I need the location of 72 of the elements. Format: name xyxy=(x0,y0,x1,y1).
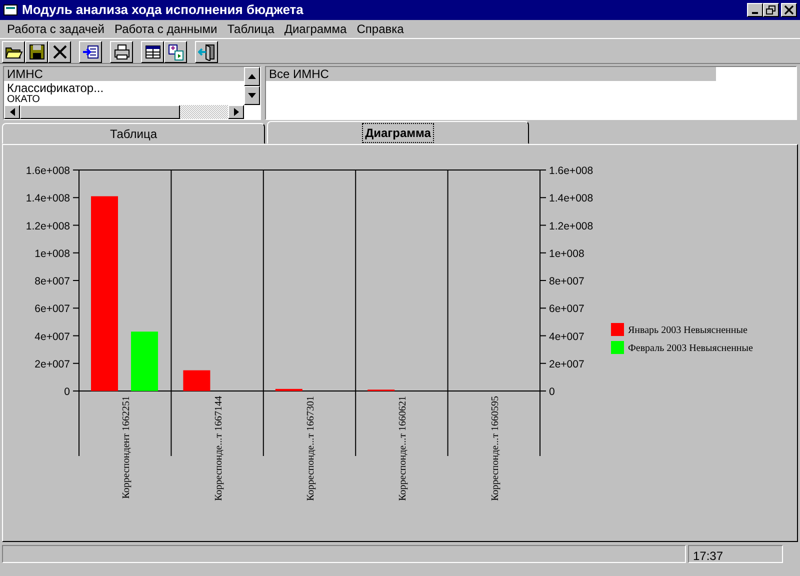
axis-label: 1e+008 xyxy=(549,248,584,260)
axis-label: 2e+007 xyxy=(549,358,584,370)
up-arrow-icon xyxy=(248,74,256,79)
axis-label: 1.6e+008 xyxy=(26,165,70,177)
axis-label: 8e+007 xyxy=(34,276,70,288)
category-label: Корреспондент 1662251 xyxy=(121,396,132,499)
axis-label: 6e+007 xyxy=(34,303,70,316)
restore-button[interactable] xyxy=(763,3,779,17)
bar xyxy=(131,332,158,391)
import-icon xyxy=(82,43,100,61)
axis-label: 1e+008 xyxy=(34,248,70,260)
legend-label: Январь 2003 Невыясненные xyxy=(628,325,748,336)
app-icon xyxy=(3,3,19,17)
close-button[interactable] xyxy=(781,3,797,17)
close-icon xyxy=(783,5,795,15)
delete-icon xyxy=(50,43,68,61)
down-arrow-icon xyxy=(248,93,256,98)
filter-list[interactable]: ИМНС Классификатор... ОКАТО xyxy=(3,66,261,120)
axis-label: 1.4e+008 xyxy=(549,192,594,205)
axis-label: 1.2e+008 xyxy=(549,220,594,232)
axis-label: 6e+007 xyxy=(549,303,584,316)
list-item[interactable]: Все ИМНС xyxy=(266,67,716,81)
scroll-thumb[interactable] xyxy=(20,105,180,119)
menu-item[interactable]: Справка xyxy=(352,20,409,38)
scroll-down-button[interactable] xyxy=(244,86,260,105)
list-item[interactable]: ИМНС xyxy=(4,67,244,81)
exit-door-icon xyxy=(198,43,216,61)
menu-item[interactable]: Диаграмма xyxy=(279,20,352,38)
toolbar-button[interactable] xyxy=(2,41,25,63)
toolbar-button[interactable] xyxy=(48,41,71,63)
axis-label: 0 xyxy=(549,386,555,398)
axis-label: 0 xyxy=(64,386,70,398)
axis-label: 8e+007 xyxy=(549,276,584,288)
window-title: Модуль анализа хода исполнения бюджета xyxy=(22,1,304,20)
toolbar-button[interactable] xyxy=(164,41,187,63)
right-arrow-icon xyxy=(234,108,238,116)
category-label: Корреспонде...т 1660595 xyxy=(490,396,501,501)
bar xyxy=(275,388,302,391)
scroll-right-button[interactable] xyxy=(228,105,244,119)
axis-label: 1.6e+008 xyxy=(549,165,594,177)
menu-item[interactable]: Работа с данными xyxy=(109,20,222,38)
axis-label: 4e+007 xyxy=(549,330,584,343)
restore-icon xyxy=(765,5,777,15)
category-label: Корреспонде...т 1667144 xyxy=(213,396,224,501)
bar xyxy=(183,370,210,391)
printer-icon xyxy=(112,43,130,61)
legend-label: Февраль 2003 Невыясненные xyxy=(628,343,753,354)
toolbar-button[interactable] xyxy=(110,41,133,63)
axis-label: 1.4e+008 xyxy=(26,192,70,205)
toolbar-button[interactable] xyxy=(195,41,218,63)
tab[interactable]: Диаграмма xyxy=(267,121,529,144)
axis-label: 4e+007 xyxy=(34,330,70,343)
toolbar-button[interactable] xyxy=(79,41,102,63)
switch-icon xyxy=(166,43,184,61)
scroll-up-button[interactable] xyxy=(244,67,260,86)
toolbar-button[interactable] xyxy=(25,41,48,63)
category-label: Корреспонде...т 1660621 xyxy=(398,396,409,501)
status-time: 17:37 xyxy=(688,545,783,563)
save-icon xyxy=(28,43,46,61)
left-arrow-icon xyxy=(10,108,14,116)
axis-label: 2e+007 xyxy=(34,358,70,370)
table-icon xyxy=(144,43,162,61)
toolbar-button[interactable] xyxy=(141,41,164,63)
category-label: Корреспонде...т 1667301 xyxy=(306,396,316,501)
menu-item[interactable]: Работа с задачей xyxy=(2,20,110,38)
minimize-icon xyxy=(752,12,758,14)
axis-label: 1.2e+008 xyxy=(26,220,70,232)
scroll-left-button[interactable] xyxy=(4,105,20,119)
value-list[interactable]: Все ИМНС xyxy=(265,66,797,120)
minimize-button[interactable] xyxy=(747,3,763,17)
menu-item[interactable]: Таблица xyxy=(222,20,280,38)
tab[interactable]: Таблица xyxy=(2,123,265,144)
